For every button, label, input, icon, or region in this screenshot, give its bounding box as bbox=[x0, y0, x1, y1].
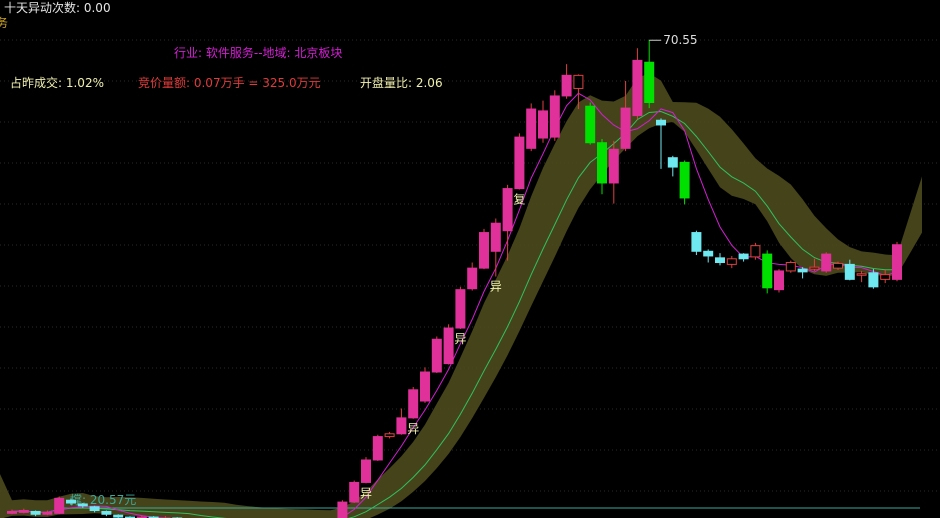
candle-body bbox=[821, 253, 832, 272]
candle-body bbox=[479, 232, 489, 269]
candle-body bbox=[667, 157, 678, 168]
candle-body bbox=[431, 338, 442, 373]
candle-body bbox=[396, 417, 407, 435]
turnover-ratio-label: 占昨成交: 1.02% bbox=[10, 76, 104, 90]
candle-body bbox=[774, 270, 784, 291]
candle-body bbox=[101, 510, 112, 515]
candle-body bbox=[844, 263, 855, 280]
peak-price-label: 70.55 bbox=[663, 33, 697, 47]
candle-body bbox=[809, 266, 820, 270]
candle-body bbox=[597, 142, 607, 184]
candle-body bbox=[797, 268, 808, 273]
candle-body bbox=[384, 433, 395, 438]
candle-body bbox=[372, 436, 383, 461]
candle-body bbox=[30, 510, 41, 515]
candle-body bbox=[443, 327, 454, 365]
signal-marker: 异 bbox=[360, 486, 372, 500]
candle-body bbox=[18, 510, 29, 513]
signal-marker: 异 bbox=[490, 280, 502, 294]
candle-body bbox=[785, 262, 796, 272]
open-volume-ratio-label: 开盘量比: 2.06 bbox=[360, 76, 443, 90]
candle-body bbox=[54, 497, 65, 514]
candle-body bbox=[726, 258, 737, 265]
candle-body bbox=[420, 371, 430, 402]
candle-body bbox=[833, 262, 843, 269]
candle-body bbox=[762, 253, 773, 289]
candle-body bbox=[620, 107, 631, 149]
candle-body bbox=[77, 503, 88, 507]
candle-body bbox=[856, 273, 867, 276]
candle-body bbox=[42, 511, 53, 515]
candle-body bbox=[608, 148, 619, 184]
candle-body bbox=[361, 459, 371, 483]
candle-body bbox=[632, 59, 643, 117]
candle-body bbox=[538, 110, 548, 139]
candle-body bbox=[880, 274, 891, 280]
candle-body bbox=[868, 272, 879, 288]
candle-body bbox=[703, 250, 714, 257]
candle-body bbox=[715, 257, 725, 264]
candle-body bbox=[502, 188, 513, 232]
candle-body bbox=[467, 267, 478, 290]
candle-body bbox=[644, 61, 655, 103]
candle-body bbox=[679, 161, 690, 199]
candle-body bbox=[573, 74, 584, 89]
candle-body bbox=[337, 501, 348, 518]
candle-body bbox=[738, 253, 749, 260]
auction-amount-label: 竞价量额: 0.07万手 = 325.0万元 bbox=[138, 76, 321, 90]
candle-body bbox=[750, 245, 761, 258]
peak-annotation: 70.55 bbox=[649, 33, 698, 47]
clipped-edge-char: 务 bbox=[0, 16, 9, 30]
fast-moving-average bbox=[11, 92, 898, 518]
candle-body bbox=[561, 74, 572, 97]
industry-region-label: 行业: 软件服务--地域: 北京板块 bbox=[174, 46, 343, 60]
candle-body bbox=[66, 499, 76, 504]
candle-body bbox=[490, 222, 501, 252]
signal-marker: 异 bbox=[407, 422, 419, 436]
signal-marker: 复 bbox=[513, 193, 525, 207]
candle-body bbox=[656, 119, 666, 126]
candle-body bbox=[514, 136, 525, 190]
candle-body bbox=[892, 244, 902, 280]
candle-body bbox=[408, 389, 419, 419]
candle-body bbox=[526, 108, 537, 149]
candle-body bbox=[585, 105, 596, 144]
candle-series bbox=[7, 40, 902, 518]
candle-body bbox=[89, 506, 100, 512]
candle-body bbox=[691, 232, 702, 252]
candle-body bbox=[455, 289, 466, 329]
candle-body bbox=[349, 481, 360, 503]
indicator-title: 十天异动次数: 0.00 bbox=[4, 1, 111, 15]
candle-body bbox=[113, 514, 124, 518]
candle-body bbox=[549, 95, 560, 138]
candle-body bbox=[7, 510, 17, 514]
signal-marker: 异 bbox=[454, 332, 466, 346]
